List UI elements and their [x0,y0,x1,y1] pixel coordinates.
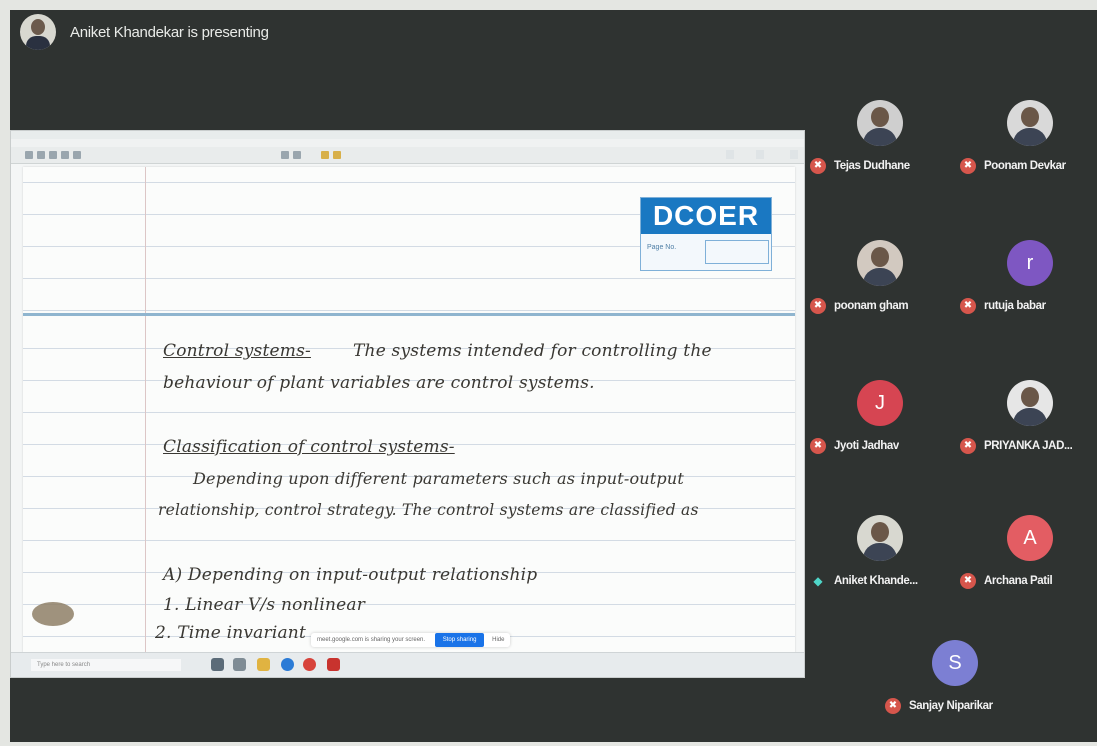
app-icon[interactable] [233,658,246,671]
toolbar-button [790,150,798,159]
chrome-browser-icon[interactable] [303,658,316,671]
participant-tile[interactable]: ✖ poonam gham [810,240,950,314]
participant-avatar [857,100,903,146]
note-line: 1. Linear V/s nonlinear [163,595,366,615]
participant-avatar [1007,380,1053,426]
window-menu-bar [11,139,804,147]
note-line: A) Depending on input-output relationshi… [163,565,538,585]
mic-muted-icon: ✖ [810,158,826,174]
toolbar-icon [281,151,289,159]
toolbar-icon [333,151,341,159]
taskbar-search-box[interactable]: Type here to search [31,659,181,671]
shared-screen[interactable]: DCOER Page No. Control systems- The syst… [10,130,805,678]
participant-avatar [857,240,903,286]
participant-tile[interactable]: r ✖ rutuja babar [960,240,1097,314]
participant-tile[interactable]: J ✖ Jyoti Jadhav [810,380,950,454]
mic-muted-icon: ✖ [810,438,826,454]
note-line: Depending upon different parameters such… [193,469,684,488]
mic-muted-icon: ✖ [885,698,901,714]
mic-muted-icon: ✖ [960,298,976,314]
toolbar-icon [321,151,329,159]
window-toolbar [11,147,804,164]
toolbar-icon [73,151,81,159]
mic-muted-icon: ✖ [960,573,976,589]
presenting-label: Aniket Khandekar is presenting [70,24,269,41]
mic-muted-icon: ✖ [960,158,976,174]
mic-muted-icon: ✖ [960,438,976,454]
hide-share-bar-button[interactable]: Hide [492,637,504,643]
toolbar-icon [293,151,301,159]
participant-avatar: J [857,380,903,426]
mic-muted-icon: ✖ [810,298,826,314]
note-heading: Control systems- [163,341,311,361]
toolbar-icon [61,151,69,159]
participant-avatar: A [1007,515,1053,561]
pointer-hand-shadow [32,602,74,626]
note-heading: Classification of control systems- [163,437,455,457]
participant-avatar [857,515,903,561]
note-line: 2. Time invariant [155,623,306,643]
toolbar-icon [49,151,57,159]
participant-tile[interactable]: S ✖ Sanjay Niparikar [885,640,1025,714]
participant-name: PRIYANKA JAD... [984,440,1073,452]
file-explorer-icon[interactable] [257,658,270,671]
participant-name: Archana Patil [984,575,1053,587]
screen-share-bar: meet.google.com is sharing your screen. … [311,633,511,647]
page-margin-line [145,167,146,653]
participant-avatar [1007,100,1053,146]
window-title-bar [11,131,804,139]
participant-name: Jyoti Jadhav [834,440,899,452]
participant-name: Sanjay Niparikar [909,700,993,712]
app-icon[interactable] [327,658,340,671]
participant-name: rutuja babar [984,300,1046,312]
college-logo: DCOER [641,198,771,234]
page-number-label: Page No. [647,244,677,251]
share-bar-text: meet.google.com is sharing your screen. [317,637,426,643]
participant-name: poonam gham [834,300,909,312]
note-line: behaviour of plant variables are control… [163,373,595,393]
participant-tile[interactable]: ✖ PRIYANKA JAD... [960,380,1097,454]
speaking-indicator-icon: ◆ [813,574,823,588]
task-view-icon[interactable] [211,658,224,671]
stop-sharing-button[interactable]: Stop sharing [434,633,485,647]
college-logo-box: DCOER Page No. [640,197,772,271]
participant-tile[interactable]: ✖ Poonam Devkar [960,100,1097,174]
presenter-avatar [20,14,56,50]
toolbar-icon [37,151,45,159]
toolbar-button [756,150,764,159]
meeting-window: Aniket Khandekar is presenting DCOER Pag… [10,10,1097,742]
presenter-banner: Aniket Khandekar is presenting [10,10,1097,60]
participant-tile[interactable]: ✖ Tejas Dudhane [810,100,950,174]
note-line: relationship, control strategy. The cont… [158,501,699,519]
participant-avatar: S [932,640,978,686]
windows-taskbar: Type here to search [11,652,804,677]
toolbar-icon [25,151,33,159]
participant-tile[interactable]: ◆ Aniket Khande... [810,515,950,588]
participant-avatar: r [1007,240,1053,286]
edge-browser-icon[interactable] [281,658,294,671]
toolbar-button [726,150,734,159]
participant-name: Tejas Dudhane [834,160,910,172]
participant-tile[interactable]: A ✖ Archana Patil [960,515,1097,589]
participant-name: Poonam Devkar [984,160,1066,172]
page-header-rule [23,313,795,316]
notebook-page: DCOER Page No. Control systems- The syst… [23,167,795,653]
participant-name: Aniket Khande... [834,575,918,587]
page-number-box [705,240,769,264]
note-line: The systems intended for controlling the [353,341,712,361]
